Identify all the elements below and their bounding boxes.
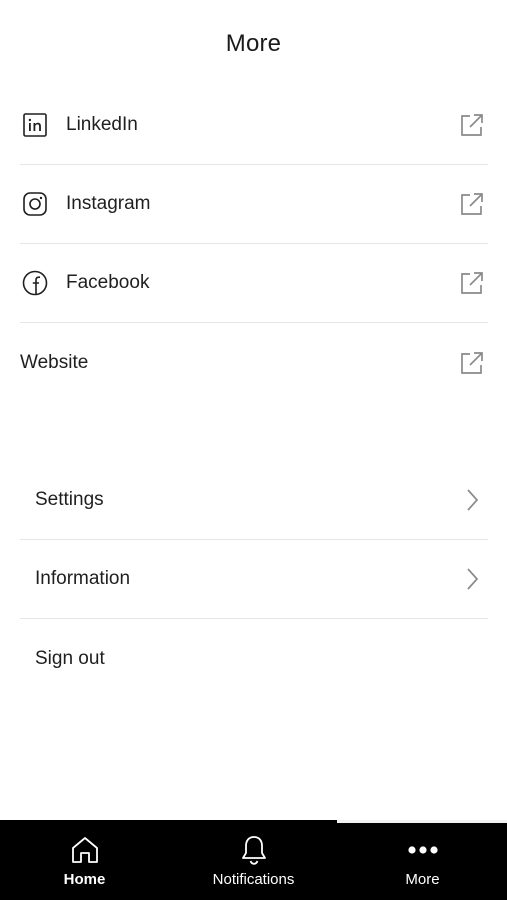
information-label: Information [35,568,131,589]
linkedin-icon [22,112,48,138]
chevron-right-icon [458,486,486,514]
tab-more-label: More [405,871,440,888]
home-icon [69,834,101,866]
facebook-icon [22,270,48,296]
tab-home[interactable]: Home [0,820,169,900]
linkedin-label: LinkedIn [66,114,138,135]
account-actions-list: Settings Information Sign out [20,461,488,698]
external-link-icon [458,269,486,297]
tab-notifications-label: Notifications [212,871,295,888]
settings-label: Settings [35,489,104,510]
website-link[interactable]: Website [20,323,488,402]
tab-more[interactable]: More [338,820,507,900]
social-links-list: LinkedIn Instagram Facebook Website [20,86,488,402]
external-link-icon [458,190,486,218]
tab-home-label: Home [63,871,106,888]
sign-out-item[interactable]: Sign out [20,619,488,698]
more-dots-icon [407,834,439,866]
external-link-icon [458,349,486,377]
information-item[interactable]: Information [20,540,488,619]
linkedin-link[interactable]: LinkedIn [20,86,488,165]
settings-item[interactable]: Settings [20,461,488,540]
instagram-icon [22,191,48,217]
facebook-link[interactable]: Facebook [20,244,488,323]
bell-icon [238,834,270,866]
instagram-link[interactable]: Instagram [20,165,488,244]
tabbar-top-strip [337,820,507,823]
facebook-label: Facebook [66,272,150,293]
chevron-right-icon [458,565,486,593]
header: More [0,0,507,88]
sign-out-label: Sign out [35,647,105,669]
page-title: More [225,30,282,57]
tab-notifications[interactable]: Notifications [169,820,338,900]
external-link-icon [458,111,486,139]
instagram-label: Instagram [66,193,151,214]
website-label: Website [20,351,89,373]
bottom-tab-bar: Home Notifications More [0,820,507,900]
